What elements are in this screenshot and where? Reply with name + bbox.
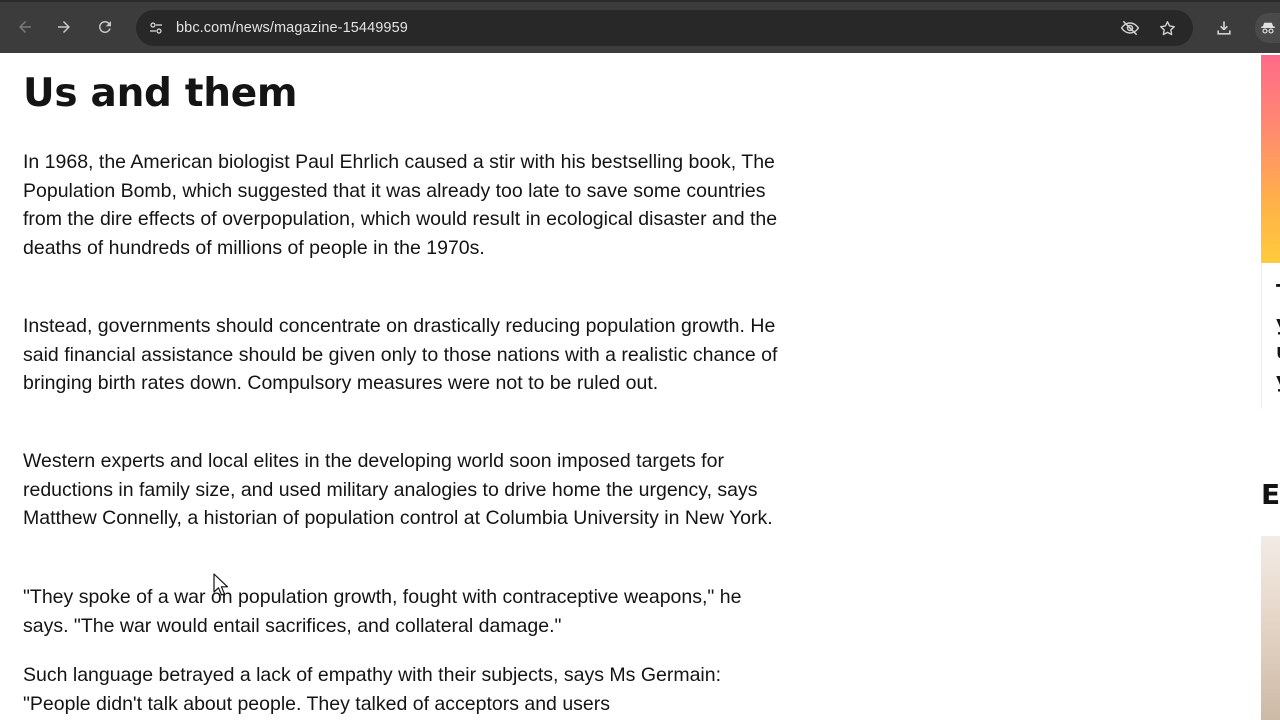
promo-image[interactable] (1261, 55, 1280, 263)
reload-icon (98, 20, 111, 33)
eye-off-icon (1120, 20, 1140, 36)
article-paragraph: Western experts and local elites in the … (23, 450, 773, 530)
back-button[interactable] (8, 10, 42, 44)
article-headline: Us and them (23, 71, 298, 116)
article-paragraph: Instead, governments should concentrate … (23, 315, 778, 395)
promo-card[interactable]: T y u y (1261, 263, 1280, 409)
arrow-left-icon (19, 21, 31, 33)
tracking-protection-button[interactable] (1117, 15, 1143, 41)
promo-text-fragment: u (1276, 339, 1280, 363)
star-icon (1159, 20, 1175, 35)
address-bar[interactable]: bbc.com/news/magazine-15449959 (136, 10, 1193, 46)
reload-button[interactable] (88, 10, 122, 44)
promo-text-fragment: y (1276, 368, 1280, 392)
forward-button[interactable] (47, 10, 81, 44)
browser-toolbar: bbc.com/news/magazine-15449959 (0, 0, 1280, 53)
article-paragraph: "They spoke of a war on population growt… (23, 586, 742, 637)
promo-text-fragment: y (1276, 311, 1280, 335)
incognito-button[interactable] (1255, 13, 1280, 43)
arrow-right-icon (58, 21, 70, 33)
mouse-cursor-icon (213, 573, 229, 596)
download-icon (1217, 21, 1231, 35)
url-text[interactable]: bbc.com/news/magazine-15449959 (176, 10, 408, 46)
downloads-button[interactable] (1209, 13, 1239, 43)
site-info-button[interactable] (142, 14, 170, 42)
tune-icon (150, 22, 162, 34)
sidebar-section-heading: E (1261, 478, 1280, 511)
article-paragraph: Such language betrayed a lack of empathy… (23, 664, 722, 715)
bookmark-button[interactable] (1154, 15, 1180, 41)
incognito-icon (1260, 22, 1275, 34)
sidebar-thumbnail[interactable] (1261, 536, 1280, 720)
promo-text-fragment: T (1276, 280, 1280, 304)
article-paragraph: In 1968, the American biologist Paul Ehr… (23, 151, 778, 260)
